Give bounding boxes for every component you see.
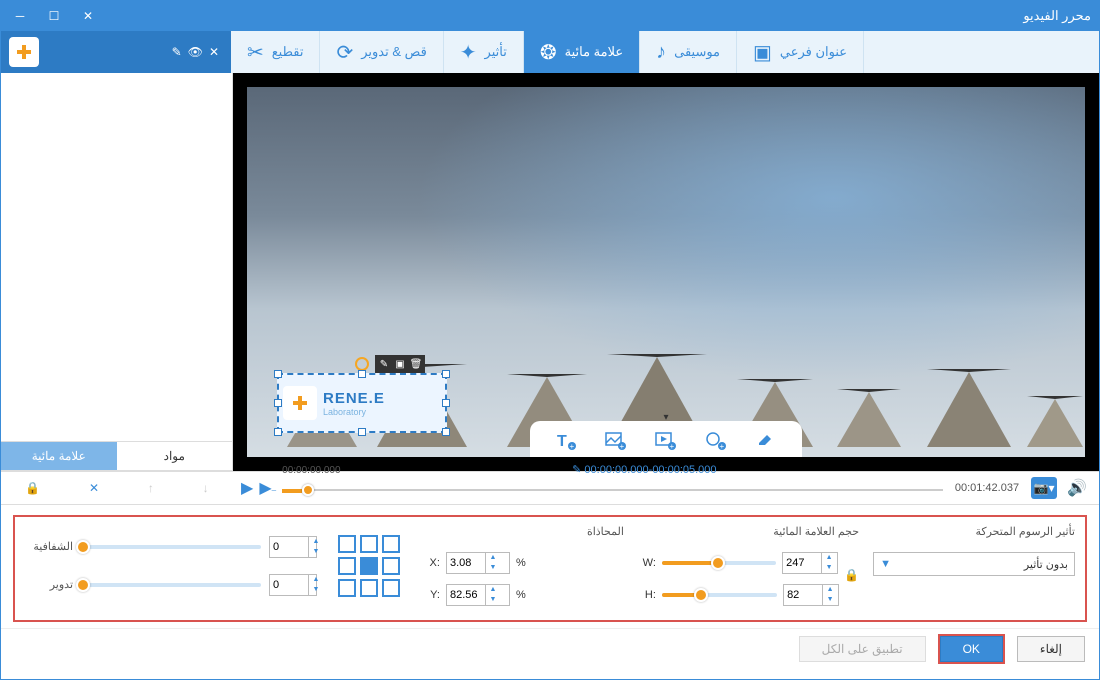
scissors-icon: ✂ <box>247 40 264 65</box>
watermark-object[interactable]: ✎ ▣ 🗑 RENE.E <box>277 373 447 433</box>
lock-icon[interactable]: 🔒 <box>25 481 40 495</box>
brand-box: RENE.E Laboratory ✎ 👁 ✕ <box>1 31 231 73</box>
width-input[interactable]: ▲▼ <box>782 552 838 574</box>
width-slider[interactable] <box>662 561 776 565</box>
edit-icon[interactable]: ✎ <box>172 45 182 59</box>
wm-edit-icon[interactable]: ✎ <box>377 357 391 371</box>
anim-value: بدون تأثير <box>1024 558 1068 571</box>
rotate-value[interactable] <box>270 579 308 591</box>
tab-effect[interactable]: ✦ تأثير <box>444 31 524 73</box>
tab-label: علامة مائية <box>565 44 624 60</box>
timeline-track[interactable]: 00:00:00.000 ✎ 00:00:00.000-00:00:05.000 <box>282 479 943 497</box>
tab-watermark[interactable]: ❂ علامة مائية <box>524 31 640 73</box>
height-slider[interactable] <box>662 593 777 597</box>
step-button[interactable]: ▶⎯ <box>259 478 276 498</box>
add-toolbar: T+ + + + <box>530 421 802 457</box>
window-title: محرر الفيديو <box>99 8 1091 24</box>
height-input[interactable]: ▲▼ <box>783 584 839 606</box>
cancel-button[interactable]: إلغاء <box>1017 636 1085 662</box>
settings-panel: تأثير الرسوم المتحركة بدون تأثير ▼ حجم ا… <box>13 515 1087 622</box>
watermark-icon: ❂ <box>540 40 557 65</box>
music-icon: ♪ <box>656 41 666 64</box>
svg-text:T: T <box>557 433 567 450</box>
percent-label: % <box>516 557 526 569</box>
opacity-slider[interactable] <box>81 545 261 549</box>
brand-icon <box>9 37 39 67</box>
wm-brand-sub: Laboratory <box>323 407 385 417</box>
tab-subtitle[interactable]: ▣ عنوان فرعي <box>737 31 864 73</box>
wm-delete-icon[interactable]: 🗑 <box>409 357 423 371</box>
chevron-down-icon: ▼ <box>880 558 891 570</box>
crop-icon: ⟳ <box>336 40 353 65</box>
close-panel-icon[interactable]: ✕ <box>209 45 219 59</box>
align-title: المحاذاة <box>422 525 624 538</box>
rotate-slider[interactable] <box>81 583 261 587</box>
tab-crop[interactable]: ⟳ قص & تدوير <box>320 31 443 73</box>
rotate-label: تدوير <box>25 578 73 591</box>
wm-image-icon[interactable]: ▣ <box>393 357 407 371</box>
play-button[interactable]: ▶ <box>241 478 253 498</box>
x-input[interactable]: ▲▼ <box>446 552 510 574</box>
tab-label: موسيقى <box>674 44 720 60</box>
opacity-input[interactable]: ▲▼ <box>269 536 317 558</box>
y-value[interactable] <box>447 589 485 601</box>
align-grid[interactable] <box>338 535 400 597</box>
opacity-value[interactable] <box>270 541 308 553</box>
tab-music[interactable]: ♪ موسيقى <box>640 31 737 73</box>
w-label: W: <box>638 557 656 569</box>
ok-button[interactable]: OK <box>940 636 1003 662</box>
tab-label: تأثير <box>485 44 507 60</box>
eye-icon[interactable]: 👁 <box>188 45 203 59</box>
opacity-label: الشفافية <box>25 540 73 553</box>
edit-range-icon[interactable]: ✎ 00:00:00.000-00:00:05.000 <box>572 463 716 476</box>
rotate-handle-icon[interactable] <box>355 357 369 371</box>
apply-all-button[interactable]: تطبيق على الكل <box>799 636 926 662</box>
time-current: 00:00:00.000 <box>282 465 340 476</box>
subtitle-icon: ▣ <box>753 40 772 65</box>
effect-icon: ✦ <box>460 40 477 65</box>
height-value[interactable] <box>784 589 822 601</box>
tab-label: قص & تدوير <box>361 44 427 60</box>
svg-text:+: + <box>720 442 725 451</box>
anim-combo[interactable]: بدون تأثير ▼ <box>873 552 1075 576</box>
add-text-button[interactable]: T+ <box>550 427 582 455</box>
tab-label: عنوان فرعي <box>780 44 847 60</box>
titlebar: محرر الفيديو ─ ☐ ✕ <box>1 1 1099 31</box>
sidebar-tab-materials[interactable]: مواد <box>117 442 233 470</box>
add-image-button[interactable]: + <box>600 427 632 455</box>
sidebar-tab-watermark[interactable]: علامة مائية <box>1 442 117 470</box>
width-value[interactable] <box>783 557 821 569</box>
erase-button[interactable] <box>750 427 782 455</box>
sidebar-content <box>1 73 232 441</box>
add-video-button[interactable]: + <box>650 427 682 455</box>
svg-text:+: + <box>670 442 675 451</box>
tab-cut[interactable]: ✂ تقطيع <box>231 31 320 73</box>
percent-label: % <box>516 589 526 601</box>
lock-aspect-icon[interactable]: 🔒 <box>844 568 859 582</box>
preview-area[interactable]: ✎ ▣ 🗑 RENE.E <box>233 73 1099 471</box>
x-value[interactable] <box>447 557 485 569</box>
delete-icon[interactable]: ✕ <box>89 481 99 495</box>
wm-brand-name: RENE.E <box>323 390 385 407</box>
time-range: 00:00:00.000-00:00:05.000 <box>584 464 716 476</box>
move-down-icon[interactable]: ↓ <box>203 481 209 495</box>
svg-text:+: + <box>620 442 625 451</box>
x-label: X: <box>422 557 440 569</box>
move-up-icon[interactable]: ↑ <box>148 481 154 495</box>
minimize-button[interactable]: ─ <box>9 5 31 27</box>
svg-text:+: + <box>570 442 575 451</box>
size-title: حجم العلامة المائية <box>638 525 859 538</box>
add-shape-button[interactable]: + <box>700 427 732 455</box>
snapshot-button[interactable]: 📷▾ <box>1031 477 1057 499</box>
volume-icon[interactable]: 🔊 <box>1067 478 1087 498</box>
h-label: H: <box>638 589 656 601</box>
y-input[interactable]: ▲▼ <box>446 584 510 606</box>
time-total: 00:01:42.037 <box>955 482 1019 494</box>
anim-title: تأثير الرسوم المتحركة <box>873 525 1075 538</box>
tab-label: تقطيع <box>272 44 304 60</box>
y-label: Y: <box>422 589 440 601</box>
rotate-input[interactable]: ▲▼ <box>269 574 317 596</box>
